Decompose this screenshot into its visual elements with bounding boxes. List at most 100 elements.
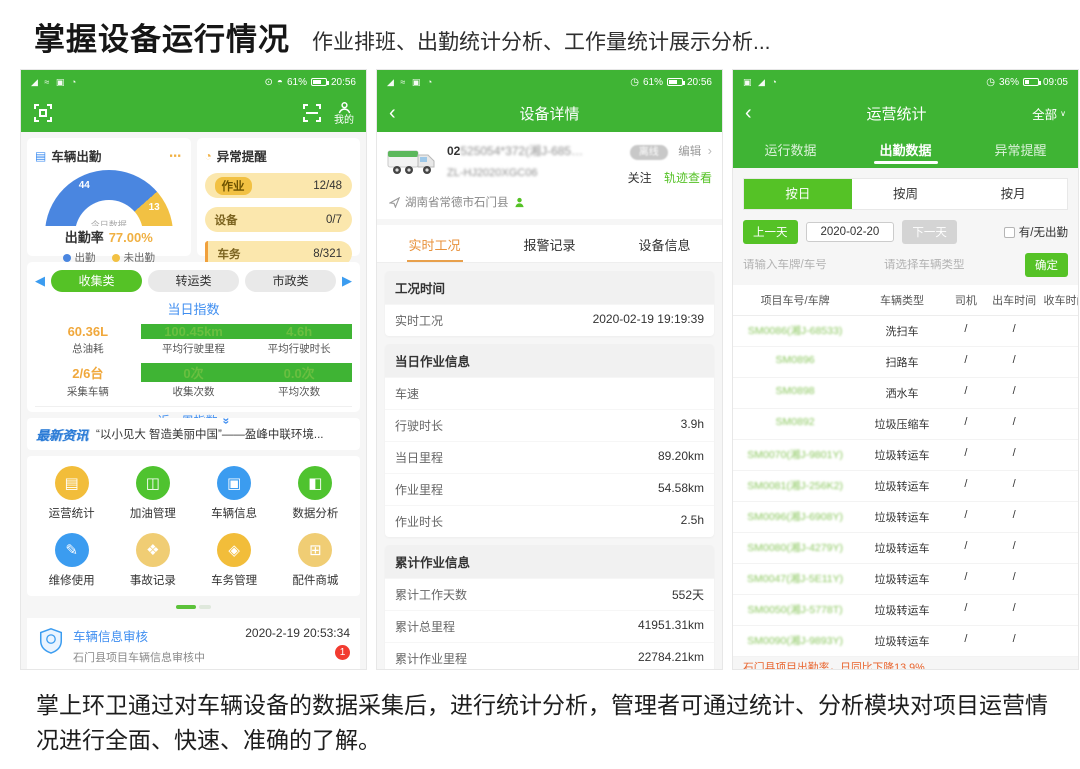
table-row[interactable]: SM0090(湘J-9893Y) 垃圾转运车 / / [733, 626, 1078, 657]
cell-return-time [1043, 478, 1078, 494]
status-left-icons: ◢ ≈ ▣ ◔ [387, 77, 434, 88]
app-entry[interactable]: ◧ 数据分析 [275, 466, 356, 521]
tab-running-data[interactable]: 运行数据 [733, 140, 848, 168]
audit-card[interactable]: 车辆信息审核 石门县项目车辆信息审核中 2020-2-19 20:53:34 1 [27, 618, 360, 670]
date-picker[interactable]: 2020-02-20 [806, 222, 895, 242]
back-icon[interactable]: ‹ [389, 102, 405, 125]
track-view-link[interactable]: 轨迹查看 [664, 171, 712, 185]
stats-nav-bar: ‹ 运营统计 全部 ∨ [733, 94, 1078, 132]
tab-alarm-records[interactable]: 报警记录 [492, 225, 607, 262]
tab-device-info[interactable]: 设备信息 [607, 225, 722, 262]
status-bar: ◢ ≈ ▣ ◔ ◷ 61% 20:56 [377, 70, 722, 94]
info-row: 作业里程 54.58km [385, 473, 714, 505]
attendance-card[interactable]: ▤ 车辆出勤 ⋯ 今日数据 44 13 出勤率77.00% [27, 138, 191, 256]
location-arrow-icon [389, 197, 400, 208]
qr-scan-icon[interactable] [33, 103, 53, 123]
app-entry[interactable]: ⊞ 配件商城 [275, 533, 356, 588]
legend-dot-absent [112, 254, 120, 262]
app-entry[interactable]: ✎ 维修使用 [31, 533, 112, 588]
tab-attendance-data[interactable]: 出勤数据 [848, 140, 963, 168]
more-icon[interactable]: ⋯ [169, 148, 183, 163]
stats-title: 运营统计 [761, 103, 1032, 124]
category-tab-collection[interactable]: 收集类 [51, 270, 142, 292]
tab-realtime-status[interactable]: 实时工况 [377, 225, 492, 262]
app-entry[interactable]: ◈ 车务管理 [194, 533, 275, 588]
cell-depart-time: / [985, 323, 1044, 339]
detail-body: 工况时间 实时工况 2020-02-19 19:19:39 当日作业信息 [377, 263, 722, 670]
user-icon [338, 101, 351, 114]
cell-driver: / [947, 416, 985, 432]
cell-plate: SM0892 [733, 416, 857, 432]
tab-exception-alerts[interactable]: 异常提醒 [963, 140, 1078, 168]
chevron-double-down-icon: » [219, 418, 233, 425]
table-row[interactable]: SM0896 扫路车 / / [733, 347, 1078, 378]
prev-category-icon[interactable]: ◀ [35, 273, 45, 289]
stat-value: 4.6h [246, 324, 352, 339]
app-entry[interactable]: ▤ 运营统计 [31, 466, 112, 521]
cell-vehicle-type: 垃圾转运车 [857, 571, 947, 587]
info-row: 当日里程 89.20km [385, 441, 714, 473]
cell-vehicle-type: 垃圾转运车 [857, 633, 947, 649]
back-icon[interactable]: ‹ [745, 102, 761, 125]
plate-prefix: 02 [447, 144, 460, 158]
news-bar[interactable]: 最新资讯 “以小见大 智造美丽中国”——盈峰中联环境... [27, 418, 360, 450]
next-day-button[interactable]: 下一天 [902, 220, 957, 244]
device-card[interactable]: 02525054*372(湘J-685… ZL-HJ2020XGC06 离线 编… [377, 132, 722, 192]
cell-return-time [1043, 633, 1078, 649]
table-row[interactable]: SM0086(湘J-68533) 洗扫车 / / [733, 316, 1078, 347]
filter-all-dropdown[interactable]: 全部 ∨ [1032, 104, 1066, 123]
alert-row[interactable]: 设备 0/7 [205, 207, 353, 232]
page-subtitle: 作业排班、出勤统计分析、工作量统计展示分析... [312, 26, 771, 59]
next-category-icon[interactable]: ▶ [342, 273, 352, 289]
cell-plate: SM0898 [733, 385, 857, 401]
alert-row[interactable]: 作业 12/48 [205, 173, 353, 198]
cell-plate: SM0086(湘J-68533) [733, 323, 857, 339]
stat-label: 采集车辆 [35, 384, 141, 399]
prev-day-button[interactable]: 上一天 [743, 220, 798, 244]
cell-driver: / [947, 447, 985, 463]
scan-frame-icon[interactable] [302, 103, 322, 123]
cell-return-time [1043, 354, 1078, 370]
my-profile-button[interactable]: 我的 [334, 101, 354, 126]
cell-driver: / [947, 571, 985, 587]
app-entry[interactable]: ❖ 事故记录 [112, 533, 193, 588]
table-row[interactable]: SM0892 垃圾压缩车 / / [733, 409, 1078, 440]
phone-device-detail: ◢ ≈ ▣ ◔ ◷ 61% 20:56 ‹ 设备详情 [376, 69, 723, 670]
attendance-filter-checkbox[interactable]: 有/无出勤 [1004, 224, 1068, 240]
table-row[interactable]: SM0070(湘J-9801Y) 垃圾转运车 / / [733, 440, 1078, 471]
table-row[interactable]: SM0080(湘J-4279Y) 垃圾转运车 / / [733, 533, 1078, 564]
stat-item: 100.45km 平均行驶里程 [141, 324, 247, 356]
detail-nav-bar: ‹ 设备详情 [377, 94, 722, 132]
app-icon: ✎ [55, 533, 89, 567]
phone-operation-stats: ▣ ◢ ◔ ◷ 36% 09:05 ‹ 运营统计 全部 ∨ [732, 69, 1079, 670]
period-week[interactable]: 按周 [852, 179, 960, 209]
alerts-card[interactable]: ◔ 异常提醒 作业 12/48 [197, 138, 361, 256]
confirm-button[interactable]: 确定 [1025, 253, 1068, 277]
info-row: 行驶时长 3.9h [385, 409, 714, 441]
table-row[interactable]: SM0096(湘J-6908Y) 垃圾转运车 / / [733, 502, 1078, 533]
cell-depart-time: / [985, 509, 1044, 525]
table-row[interactable]: SM0047(湘J-5E11Y) 垃圾转运车 / / [733, 564, 1078, 595]
vehicle-type-select[interactable] [884, 259, 1019, 271]
info-value: 22784.21km [638, 650, 704, 667]
cell-plate: SM0896 [733, 354, 857, 370]
table-row[interactable]: SM0081(湘J-256K2) 垃圾转运车 / / [733, 471, 1078, 502]
checkbox-icon [1004, 227, 1015, 238]
category-tab-municipal[interactable]: 市政类 [245, 270, 336, 292]
table-row[interactable]: SM0898 洒水车 / / [733, 378, 1078, 409]
period-day[interactable]: 按日 [744, 179, 852, 209]
info-row: 累计总里程 41951.31km [385, 610, 714, 642]
plate-search-input[interactable] [743, 259, 878, 271]
table-row[interactable]: SM0050(湘J-5778T) 垃圾转运车 / / [733, 595, 1078, 626]
follow-link[interactable]: 关注 [628, 171, 652, 185]
status-bar: ◢ ≈ ▣ ◔ ⊙ ◓ 61% 20:56 [21, 70, 366, 94]
app-entry[interactable]: ▣ 车辆信息 [194, 466, 275, 521]
model-number-blurred: ZL-HJ2020XGC06 [447, 167, 620, 179]
news-headline: “以小见大 智造美丽中国”——盈峰中联环境... [96, 426, 323, 442]
edit-link[interactable]: 编辑 [678, 146, 701, 158]
category-tab-transfer[interactable]: 转运类 [148, 270, 239, 292]
clock-icon: ◷ [630, 77, 639, 88]
cell-plate: SM0096(湘J-6908Y) [733, 509, 857, 525]
app-entry[interactable]: ◫ 加油管理 [112, 466, 193, 521]
period-month[interactable]: 按月 [959, 179, 1067, 209]
